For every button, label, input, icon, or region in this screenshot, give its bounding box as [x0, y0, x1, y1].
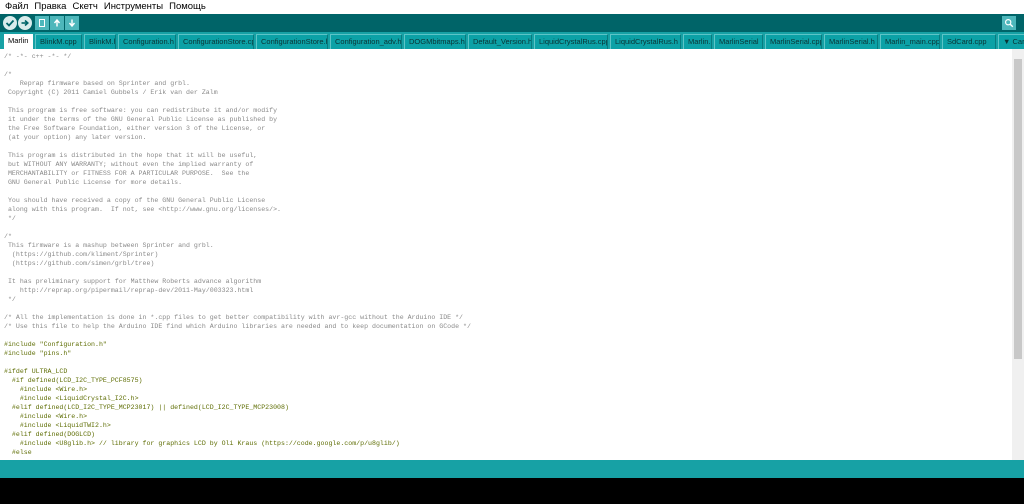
checkmark-icon: [5, 19, 15, 27]
code-line: This program is distributed in the hope …: [4, 152, 258, 159]
code-line: #if defined(LCD_I2C_TYPE_PCF8575): [4, 377, 143, 384]
status-bar: [0, 460, 1024, 478]
vertical-scrollbar[interactable]: [1012, 49, 1024, 460]
tab-bar: Marlin BlinkM.cpp BlinkM.h Configuration.h C…: [0, 32, 1024, 49]
code-line: #include <U8glib.h> // library for graph…: [4, 440, 400, 447]
tab[interactable]: Marlin.h: [683, 34, 712, 49]
tab[interactable]: Marlin: [4, 34, 33, 49]
code-line: #include <Wire.h>: [4, 386, 88, 393]
code-line: This program is free software: you can r…: [4, 107, 278, 114]
verify-button[interactable]: [3, 16, 17, 30]
code-line: #include <LiquidTWI2.h>: [4, 422, 111, 429]
code-line: /* -*- c++ -*- */: [4, 53, 72, 60]
code-line: /*: [4, 233, 12, 240]
code-line: #include "pins.h": [4, 350, 72, 357]
tab[interactable]: ConfigurationStore.cpp: [178, 34, 254, 49]
code-line: #include "Configuration.h": [4, 341, 107, 348]
upload-button[interactable]: [18, 16, 32, 30]
tab[interactable]: Default_Version.h: [468, 34, 532, 49]
code-line: the Free Software Foundation, either ver…: [4, 125, 266, 132]
menu-item[interactable]: Скетч: [69, 0, 100, 14]
arrow-up-icon: [53, 18, 61, 27]
code-line: MERCHANTABILITY or FITNESS FOR A PARTICU…: [4, 170, 250, 177]
code-line: #elif defined(DOGLCD): [4, 431, 96, 438]
code-line: */: [4, 296, 16, 303]
tab[interactable]: Configuration.h: [118, 34, 176, 49]
arrow-down-icon: [68, 19, 76, 28]
code-line: but WITHOUT ANY WARRANTY; without even t…: [4, 161, 254, 168]
code-line: */: [4, 215, 16, 222]
code-line: along with this program. If not, see <ht…: [4, 206, 281, 213]
menu-item[interactable]: Инструменты: [101, 0, 166, 14]
code-line: /* Use this file to help the Arduino IDE…: [4, 323, 471, 330]
code-line: (https://github.com/simen/grbl/tree): [4, 260, 155, 267]
open-button[interactable]: [50, 16, 64, 30]
code-line: It has preliminary support for Matthew R…: [4, 278, 262, 285]
code-line: /* All the implementation is done in *.c…: [4, 314, 463, 321]
code-line: Reprap firmware based on Sprinter and gr…: [4, 80, 190, 87]
code-line: (https://github.com/kliment/Sprinter): [4, 251, 159, 258]
tab[interactable]: BlinkM.h: [84, 34, 116, 49]
tab[interactable]: MarlinSerial.cpp: [765, 34, 822, 49]
menu-item[interactable]: Помощь: [166, 0, 209, 14]
code-line: You should have received a copy of the G…: [4, 197, 266, 204]
tab[interactable]: Configuration_adv.h: [330, 34, 402, 49]
tab[interactable]: MarlinSerial: [714, 34, 763, 49]
serial-monitor-button[interactable]: [1002, 16, 1016, 30]
tab[interactable]: DOGMbitmaps.h: [404, 34, 466, 49]
scrollbar-thumb[interactable]: [1014, 59, 1022, 359]
code-line: #include <LiquidCrystal_I2C.h>: [4, 395, 139, 402]
menu-item[interactable]: Файл: [2, 0, 31, 14]
magnifier-icon: [1004, 18, 1014, 28]
tab[interactable]: ▼ Car: [998, 34, 1024, 49]
console-output: [0, 478, 1024, 504]
tab[interactable]: LiquidCrystalRus.h: [610, 34, 681, 49]
new-file-icon: [39, 19, 45, 27]
toolbar: [0, 14, 1024, 32]
code-line: Copyright (C) 2011 Camiel Gubbels / Erik…: [4, 89, 218, 96]
new-sketch-button[interactable]: [35, 16, 49, 30]
arrow-right-icon: [21, 19, 30, 27]
code-line: #ifdef ULTRA_LCD: [4, 368, 68, 375]
code-line: #elif defined(LCD_I2C_TYPE_MCP23017) || …: [4, 404, 289, 411]
code-line: (at your option) any later version.: [4, 134, 147, 141]
tab[interactable]: SdCard.cpp: [942, 34, 996, 49]
code-line: /*: [4, 71, 12, 78]
tab[interactable]: MarlinSerial.h: [824, 34, 878, 49]
code-line: #include <Wire.h>: [4, 413, 88, 420]
code-line: #else: [4, 449, 32, 456]
menu-item[interactable]: Правка: [31, 0, 69, 14]
code-line: GNU General Public License for more deta…: [4, 179, 183, 186]
tab[interactable]: ConfigurationStore.h: [256, 34, 328, 49]
code-editor[interactable]: /* -*- c++ -*- */ /* Reprap firmware base…: [0, 49, 1012, 460]
tab[interactable]: Marlin_main.cpp: [880, 34, 940, 49]
tab[interactable]: LiquidCrystalRus.cpp: [534, 34, 608, 49]
tab[interactable]: BlinkM.cpp: [35, 34, 82, 49]
code-line: it under the terms of the GNU General Pu…: [4, 116, 278, 123]
save-button[interactable]: [65, 16, 79, 30]
code-line: This firmware is a mashup between Sprint…: [4, 242, 214, 249]
menu-bar: Файл Правка Скетч Инструменты Помощь: [0, 0, 1024, 14]
code-line: http://reprap.org/pipermail/reprap-dev/2…: [4, 287, 254, 294]
